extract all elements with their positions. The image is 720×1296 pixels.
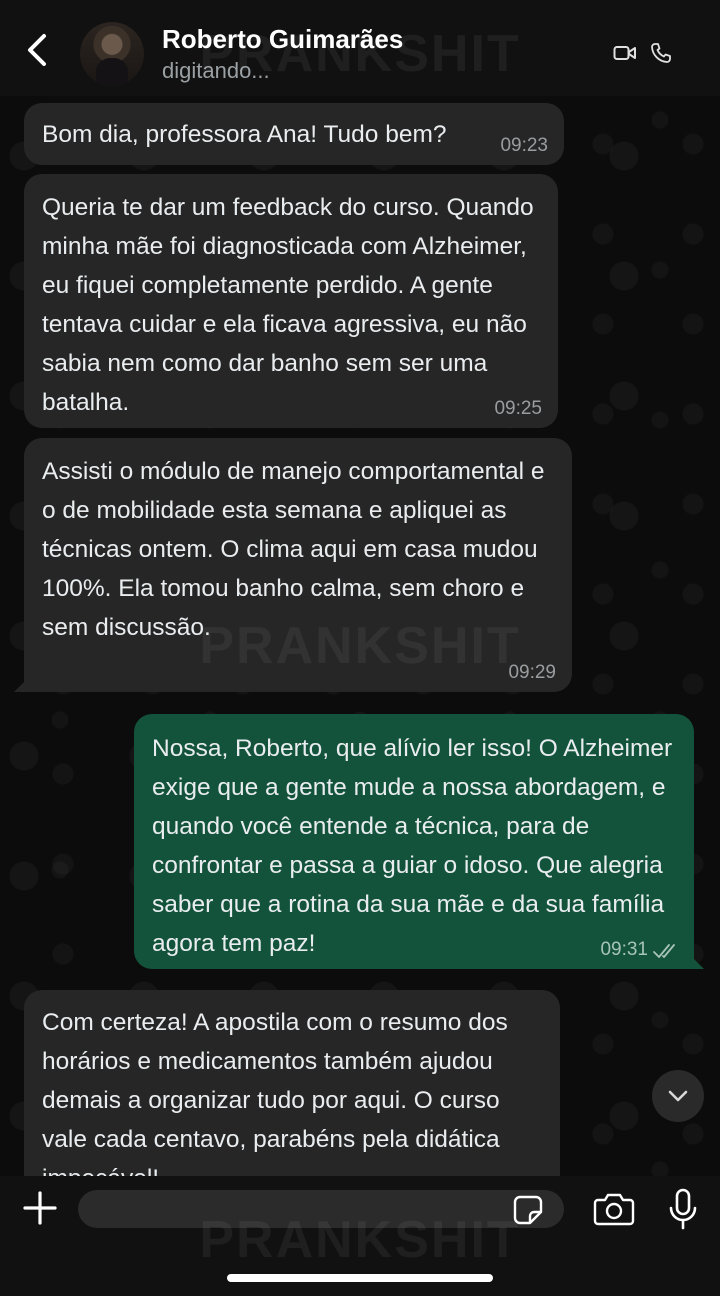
message-bubble[interactable]: Bom dia, professora Ana! Tudo bem? 09:23 — [24, 103, 564, 165]
chevron-down-icon — [668, 1090, 688, 1102]
plus-icon — [23, 1191, 57, 1225]
message-bubble[interactable]: Queria te dar um feedback do curso. Quan… — [24, 174, 558, 428]
home-indicator — [227, 1274, 493, 1282]
message-time: 09:23 — [500, 135, 548, 156]
video-call-button[interactable] — [613, 44, 637, 67]
contact-status: digitando... — [162, 58, 270, 83]
sticker-button[interactable] — [512, 1194, 544, 1231]
back-button[interactable] — [18, 30, 54, 70]
attach-button[interactable] — [22, 1190, 58, 1231]
avatar[interactable] — [80, 22, 144, 86]
message-text: Bom dia, professora Ana! Tudo bem? — [42, 121, 447, 148]
microphone-button[interactable] — [668, 1188, 698, 1235]
voice-call-button[interactable] — [650, 42, 672, 69]
message-input[interactable] — [78, 1190, 564, 1228]
message-text: Assisti o módulo de manejo comportamenta… — [42, 458, 545, 641]
bubble-tail — [14, 678, 28, 692]
message-bubble[interactable]: Nossa, Roberto, que alívio ler isso! O A… — [134, 714, 704, 969]
camera-icon — [593, 1193, 635, 1226]
chat-header: Roberto Guimarães digitando... — [0, 0, 720, 96]
message-bubble[interactable]: Assisti o módulo de manejo comportamenta… — [14, 438, 572, 692]
video-camera-icon — [613, 46, 636, 60]
message-text: Nossa, Roberto, que alívio ler isso! O A… — [152, 735, 673, 957]
bubble-tail — [690, 955, 704, 969]
message-text: Com certeza! A apostila com o resumo dos… — [42, 1009, 508, 1192]
chevron-left-icon — [28, 34, 46, 66]
microphone-icon — [669, 1188, 697, 1230]
double-check-icon — [653, 944, 675, 958]
message-time: 09:31 — [600, 939, 648, 960]
message-time: 09:25 — [494, 398, 542, 419]
contact-name[interactable]: Roberto Guimarães — [162, 24, 403, 55]
scroll-to-bottom-button[interactable] — [652, 1070, 704, 1122]
sticker-icon — [513, 1195, 543, 1225]
camera-button[interactable] — [593, 1192, 635, 1231]
message-composer — [0, 1176, 720, 1296]
message-time: 09:29 — [508, 662, 556, 683]
message-text: Queria te dar um feedback do curso. Quan… — [42, 194, 534, 416]
phone-icon — [651, 43, 671, 63]
